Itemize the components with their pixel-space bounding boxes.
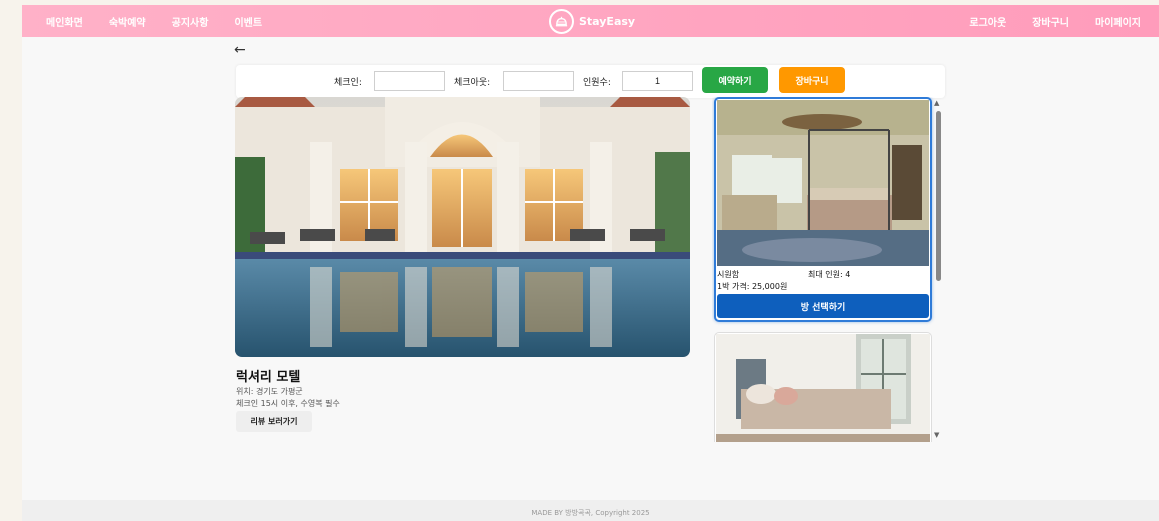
guests-input[interactable] — [622, 71, 693, 91]
nav-logout-link[interactable]: 로그아웃 — [969, 14, 1006, 29]
room-card[interactable] — [714, 332, 932, 442]
hotel-name: 럭셔리 모텔 — [236, 370, 301, 385]
footer: MADE BY 방방곡곡, Copyright 2025 — [22, 500, 1159, 521]
room-list[interactable]: 시원함 최대 인원: 4 1박 가격: 25,000원 방 선택하기 — [712, 97, 944, 442]
arrow-left-icon[interactable]: ← — [234, 42, 246, 58]
add-to-cart-button[interactable]: 장바구니 — [779, 67, 845, 93]
checkout-label: 체크아웃: — [454, 78, 491, 88]
hotel-main-photo — [235, 97, 690, 357]
reserve-button[interactable]: 예약하기 — [702, 67, 768, 93]
nav-cart-link[interactable]: 장바구니 — [1032, 14, 1069, 29]
nav-booking-link[interactable]: 숙박예약 — [109, 14, 146, 29]
select-room-button[interactable]: 방 선택하기 — [717, 294, 929, 318]
top-navbar: 메인화면 숙박예약 공지사항 이벤트 StayEasy 로그아웃 장바구니 마이… — [22, 5, 1159, 37]
view-reviews-button[interactable]: 리뷰 보러가기 — [236, 411, 312, 432]
nav-right-group: 로그아웃 장바구니 마이페이지 — [969, 5, 1141, 37]
brand[interactable]: StayEasy — [549, 8, 635, 34]
hotel-checkin-note: 체크인 15시 이후, 수영복 필수 — [236, 399, 340, 408]
checkin-label: 체크인: — [334, 78, 362, 88]
nav-left-group: 메인화면 숙박예약 공지사항 이벤트 — [46, 5, 262, 37]
hotel-bell-logo-icon — [549, 8, 574, 34]
room-card[interactable]: 시원함 최대 인원: 4 1박 가격: 25,000원 방 선택하기 — [714, 97, 932, 322]
booking-search-bar: 체크인: 체크아웃: 인원수: 예약하기 장바구니 — [236, 65, 945, 98]
nav-home-link[interactable]: 메인화면 — [46, 14, 83, 29]
room-capacity: 최대 인원: 4 — [808, 270, 851, 279]
scroll-up-arrow-icon[interactable]: ▲ — [934, 99, 939, 107]
nav-event-link[interactable]: 이벤트 — [234, 14, 262, 29]
checkin-input[interactable] — [374, 71, 445, 91]
nav-mypage-link[interactable]: 마이페이지 — [1095, 14, 1141, 29]
checkout-input[interactable] — [503, 71, 574, 91]
nav-notice-link[interactable]: 공지사항 — [172, 14, 209, 29]
hotel-location: 위치: 경기도 가평군 — [236, 387, 303, 396]
footer-copyright: MADE BY 방방곡곡, Copyright 2025 — [531, 509, 650, 517]
guests-label: 인원수: — [583, 78, 611, 88]
room-photo — [716, 334, 930, 442]
room-list-scrollbar[interactable]: ▲ ▼ — [933, 99, 943, 442]
brand-name: StayEasy — [579, 14, 636, 28]
scroll-down-arrow-icon[interactable]: ▼ — [934, 431, 939, 439]
room-name: 시원함 — [717, 270, 740, 279]
room-price: 1박 가격: 25,000원 — [717, 282, 788, 291]
scrollbar-thumb[interactable] — [936, 111, 941, 281]
page: 메인화면 숙박예약 공지사항 이벤트 StayEasy 로그아웃 장바구니 마이… — [22, 5, 1159, 521]
room-photo — [717, 100, 929, 266]
